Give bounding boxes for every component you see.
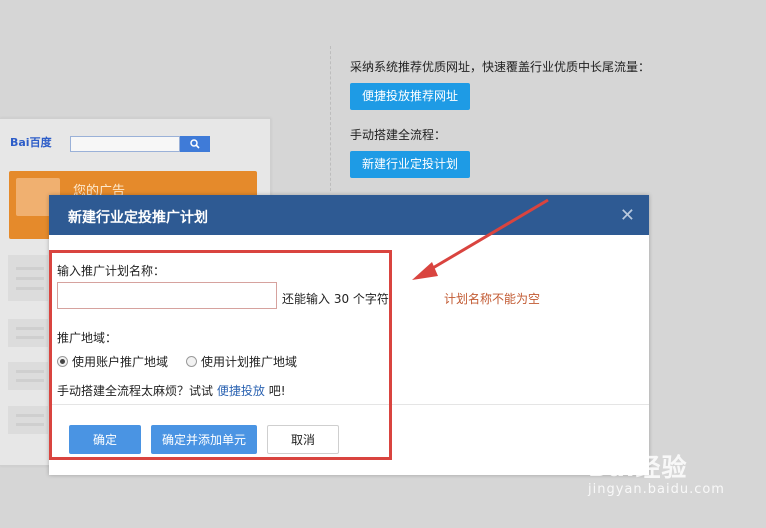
watermark-logo: Bai经验 — [588, 453, 688, 482]
watermark-url: jingyan.baidu.com — [588, 482, 725, 497]
watermark: Bai经验 jingyan.baidu.com — [588, 448, 725, 497]
